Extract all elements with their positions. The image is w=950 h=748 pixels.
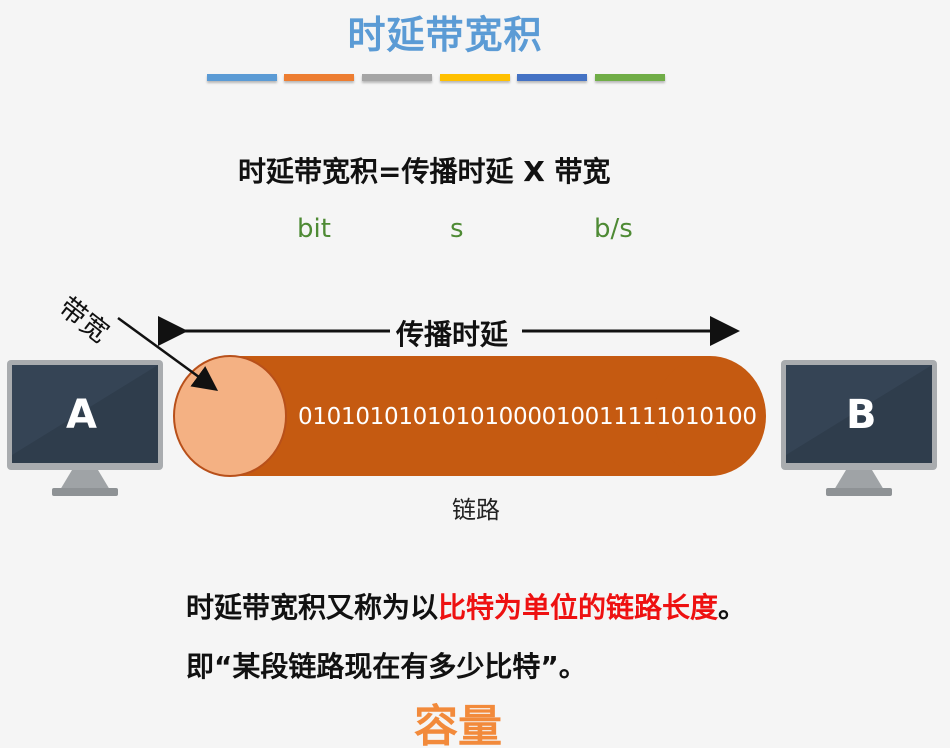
pipe-end-circle [173,355,287,477]
line1-highlight: 比特为单位的链路长度 [438,591,719,624]
propagation-delay-label: 传播时延 [390,313,515,353]
line1-prefix: 时延带宽积又称为以 [186,591,439,624]
link-label: 链路 [452,496,500,524]
line1-suffix: 。 [718,591,747,624]
host-a-label: A [66,392,97,438]
link-diagram [7,316,937,496]
description-line-1: 时延带宽积又称为以比特为单位的链路长度。 [186,586,746,626]
description-line-2: 即“某段链路现在有多少比特”。 [186,650,587,683]
bit-stream: 01010101010101000010011111010100 [298,404,757,430]
slide: 时延带宽积 时延带宽积=传播时延 X 带宽 bit s b/s A B 0101… [0,0,950,748]
capacity-label: 容量 [414,701,502,748]
host-b-label: B [846,392,877,438]
